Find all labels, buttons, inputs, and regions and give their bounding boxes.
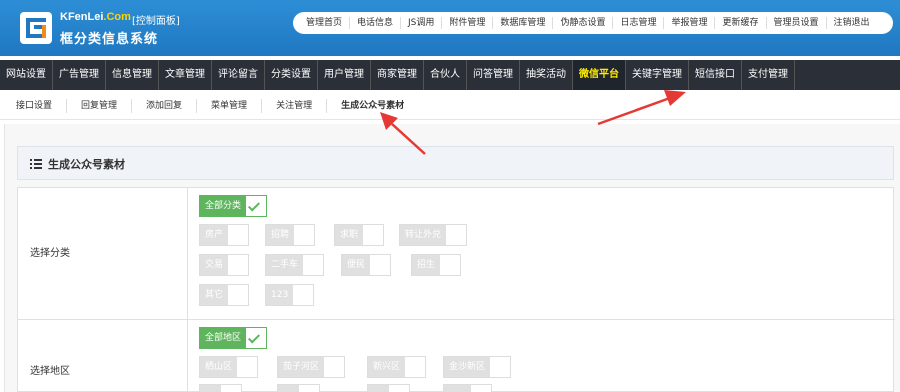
top-link-phone[interactable]: 电话信息	[350, 17, 402, 29]
region-label: 选择地区	[18, 320, 188, 392]
subnav-item-follow[interactable]: 关注管理	[262, 98, 328, 113]
top-link-attachments[interactable]: 附件管理	[442, 17, 494, 29]
chip-category[interactable]: 123	[265, 284, 315, 306]
nav-item-keywords[interactable]: 关键字管理	[626, 60, 689, 90]
nav-item-sms[interactable]: 短信接口	[689, 60, 742, 90]
chip-region[interactable]	[443, 384, 493, 392]
top-link-logs[interactable]: 日志管理	[613, 17, 665, 29]
panel-tag: [控制面板]	[132, 16, 180, 27]
check-icon	[248, 331, 261, 344]
brand-name: KFenLei.Com	[60, 11, 131, 23]
form-table: 选择分类 全部分类 房产 招聘 求职 转让外兑 交易 二手车 便民 招生 其它 …	[17, 187, 895, 392]
nav-item-wechat[interactable]: 微信平台	[573, 60, 626, 90]
subnav-item-generate-material[interactable]: 生成公众号素材	[327, 99, 418, 113]
list-icon	[30, 159, 42, 169]
category-label: 选择分类	[18, 188, 188, 319]
chip-region[interactable]: 栖山区	[199, 356, 259, 378]
top-link-home[interactable]: 管理首页	[299, 17, 351, 29]
subnav-item-add-reply[interactable]: 添加回复	[132, 98, 198, 113]
top-link-admins[interactable]: 管理员设置	[767, 17, 827, 29]
chip-region[interactable]: 新兴区	[367, 356, 427, 378]
top-links: 管理首页 电话信息 JS调用 附件管理 数据库管理 伪静态设置 日志管理 举报管…	[293, 12, 893, 34]
nav-item-ads[interactable]: 广告管理	[53, 60, 106, 90]
chip-category[interactable]: 其它	[199, 284, 250, 306]
top-link-js[interactable]: JS调用	[401, 17, 443, 29]
main-nav: 网站设置 广告管理 信息管理 文章管理 评论留言 分类设置 用户管理 商家管理 …	[0, 60, 900, 90]
chip-category[interactable]: 招聘	[265, 224, 316, 246]
chip-all-regions[interactable]: 全部地区	[199, 327, 268, 349]
logo-icon	[20, 12, 52, 44]
top-link-logout[interactable]: 注销退出	[827, 17, 877, 29]
chip-region[interactable]	[367, 384, 411, 392]
nav-item-users[interactable]: 用户管理	[318, 60, 371, 90]
top-link-reports[interactable]: 举报管理	[664, 17, 716, 29]
top-link-rewrite[interactable]: 伪静态设置	[553, 17, 614, 29]
chip-all-categories[interactable]: 全部分类	[199, 195, 268, 217]
nav-item-articles[interactable]: 文章管理	[159, 60, 212, 90]
check-icon	[248, 199, 261, 212]
chip-category[interactable]: 房产	[199, 224, 250, 246]
site-name: 框分类信息系统	[60, 32, 159, 47]
subnav-item-menu[interactable]: 菜单管理	[197, 98, 263, 113]
nav-item-qa[interactable]: 问答管理	[467, 60, 520, 90]
subnav-item-api[interactable]: 接口设置	[0, 98, 68, 113]
chip-category[interactable]: 转让外兑	[399, 224, 468, 246]
nav-item-payment[interactable]: 支付管理	[742, 60, 795, 90]
top-link-database[interactable]: 数据库管理	[493, 17, 554, 29]
section-header: 生成公众号素材	[17, 146, 894, 180]
chip-category[interactable]: 交易	[199, 254, 250, 276]
nav-item-comments[interactable]: 评论留言	[212, 60, 265, 90]
content-area: 生成公众号素材 选择分类 全部分类 房产 招聘 求职 转让外兑 交易 二手车 便…	[4, 124, 900, 392]
chip-category[interactable]: 二手车	[265, 254, 325, 276]
chip-category[interactable]: 便民	[341, 254, 392, 276]
chip-region[interactable]: 茄子河区	[277, 356, 346, 378]
chip-region[interactable]: 金沙新区	[443, 356, 512, 378]
chip-region[interactable]	[199, 384, 243, 392]
top-link-cache[interactable]: 更新缓存	[715, 17, 767, 29]
nav-item-site-settings[interactable]: 网站设置	[0, 60, 53, 90]
chip-region[interactable]	[277, 384, 321, 392]
subnav-item-replies[interactable]: 回复管理	[67, 98, 133, 113]
section-title: 生成公众号素材	[48, 158, 125, 171]
nav-item-categories[interactable]: 分类设置	[265, 60, 318, 90]
chip-category[interactable]: 求职	[334, 224, 385, 246]
app-header: KFenLei.Com [控制面板] 框分类信息系统 管理首页 电话信息 JS调…	[0, 0, 900, 56]
nav-item-lottery[interactable]: 抽奖活动	[520, 60, 573, 90]
nav-item-merchants[interactable]: 商家管理	[371, 60, 424, 90]
nav-item-info[interactable]: 信息管理	[106, 60, 159, 90]
chip-category[interactable]: 招生	[411, 254, 462, 276]
sub-nav: 接口设置 回复管理 添加回复 菜单管理 关注管理 生成公众号素材	[0, 92, 900, 120]
nav-item-partners[interactable]: 合伙人	[424, 60, 467, 90]
